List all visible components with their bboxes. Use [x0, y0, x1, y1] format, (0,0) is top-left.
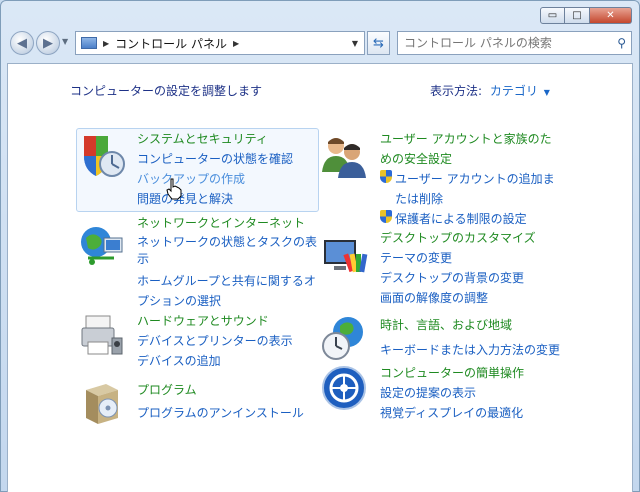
category-title-clock[interactable]: 時計、言語、および地域 [380, 316, 560, 333]
arrow-left-icon: ◀ [17, 35, 27, 51]
link-parental-controls[interactable]: 保護者による制限の設定 [380, 210, 555, 227]
network-globe-icon [81, 227, 123, 265]
link-troubleshoot[interactable]: 問題の発見と解決 [137, 190, 293, 207]
refresh-icon: ⇆ [373, 35, 384, 51]
clock-globe-icon [322, 317, 363, 360]
control-panel-icon [81, 37, 97, 49]
category-ease-of-access: コンピューターの簡単操作 設定の提案の表示 視覚ディスプレイの最適化 [380, 364, 524, 421]
minimize-button[interactable]: ▭ [540, 7, 565, 24]
link-check-status[interactable]: コンピューターの状態を確認 [137, 150, 293, 167]
link-adjust-resolution[interactable]: 画面の解像度の調整 [380, 289, 536, 306]
link-change-background[interactable]: デスクトップの背景の変更 [380, 269, 536, 286]
link-change-theme[interactable]: テーマの変更 [380, 249, 536, 266]
link-optimize-display[interactable]: 視覚ディスプレイの最適化 [380, 404, 524, 421]
link-network-status[interactable]: ネットワークの状態とタスクの表示 [137, 234, 317, 268]
category-title-programs[interactable]: プログラム [137, 381, 304, 398]
uac-shield-icon [380, 170, 392, 183]
programs-box-icon [86, 384, 118, 424]
link-create-backup[interactable]: バックアップの作成 [137, 170, 293, 187]
category-clock-language-region: 時計、言語、および地域 キーボードまたは入力方法の変更 [380, 316, 560, 358]
link-suggested-settings[interactable]: 設定の提案の表示 [380, 384, 524, 401]
printer-icon [81, 315, 123, 355]
category-title-appearance[interactable]: デスクトップのカスタマイズ [380, 229, 536, 246]
close-button[interactable]: ✕ [590, 7, 632, 24]
category-system-security: システムとセキュリティ コンピューターの状態を確認 バックアップの作成 問題の発… [137, 130, 293, 207]
category-appearance: デスクトップのカスタマイズ テーマの変更 デスクトップの背景の変更 画面の解像度… [380, 229, 536, 306]
refresh-button[interactable]: ⇆ [367, 31, 390, 55]
search-box[interactable]: ⚲ [397, 31, 632, 55]
address-bar[interactable]: ▶ コントロール パネル ▶ ▼ [75, 31, 365, 55]
hand-cursor-icon [166, 178, 182, 200]
users-icon [322, 138, 366, 178]
category-title-ease[interactable]: コンピューターの簡単操作 [380, 364, 524, 381]
shield-icon [84, 136, 125, 177]
chevron-down-icon[interactable]: ▼ [544, 88, 550, 97]
caption-buttons: ▭ □ ✕ [540, 7, 632, 24]
category-title-users[interactable]: ユーザー アカウントと家族のた [380, 130, 555, 147]
page-title: コンピューターの設定を調整します [70, 84, 263, 98]
category-hardware-sound: ハードウェアとサウンド デバイスとプリンターの表示 デバイスの追加 [137, 312, 293, 369]
view-by-label: 表示方法: [430, 84, 483, 98]
link-change-keyboard[interactable]: キーボードまたは入力方法の変更 [380, 341, 560, 358]
link-add-device[interactable]: デバイスの追加 [137, 352, 293, 369]
ease-of-access-icon [322, 366, 366, 410]
view-by: 表示方法: カテゴリ ▼ [430, 82, 550, 99]
category-title-system-security[interactable]: システムとセキュリティ [137, 130, 293, 147]
breadcrumb-separator-icon[interactable]: ▶ [103, 39, 109, 48]
category-programs: プログラム プログラムのアンインストール [137, 381, 304, 421]
maximize-button[interactable]: □ [565, 7, 590, 24]
forward-button[interactable]: ▶ [36, 31, 60, 55]
uac-shield-icon [380, 210, 392, 223]
back-button[interactable]: ◀ [10, 31, 34, 55]
address-dropdown-icon[interactable]: ▼ [352, 39, 358, 48]
link-add-remove-user[interactable]: ユーザー アカウントの追加ま [380, 170, 555, 187]
link-uninstall-program[interactable]: プログラムのアンインストール [137, 404, 304, 421]
search-input[interactable] [404, 36, 604, 50]
category-title-users-line2[interactable]: めの安全設定 [380, 150, 555, 167]
search-icon[interactable]: ⚲ [617, 36, 626, 50]
link-add-remove-user-line2[interactable]: たは削除 [395, 190, 555, 207]
arrow-right-icon: ▶ [43, 35, 53, 51]
category-title-hardware[interactable]: ハードウェアとサウンド [137, 312, 293, 329]
category-network-internet: ネットワークとインターネット ネットワークの状態とタスクの表示 ホームグループと… [137, 214, 317, 311]
desktop-monitor-icon [324, 240, 368, 273]
link-homegroup[interactable]: ホームグループと共有に関するオプションの選択 [137, 271, 317, 311]
breadcrumb-control-panel[interactable]: コントロール パネル [115, 35, 227, 52]
breadcrumb-separator-icon[interactable]: ▶ [233, 39, 239, 48]
recent-pages-dropdown[interactable]: ▼ [62, 37, 68, 46]
view-by-dropdown[interactable]: カテゴリ [490, 84, 538, 98]
category-title-network[interactable]: ネットワークとインターネット [137, 214, 317, 231]
link-devices-printers[interactable]: デバイスとプリンターの表示 [137, 332, 293, 349]
category-user-accounts: ユーザー アカウントと家族のた めの安全設定 ユーザー アカウントの追加ま たは… [380, 130, 555, 227]
